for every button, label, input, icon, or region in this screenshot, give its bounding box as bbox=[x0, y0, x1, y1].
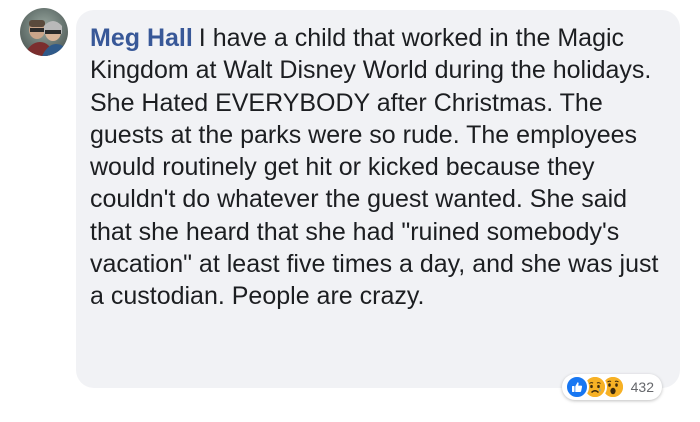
reaction-count: 432 bbox=[630, 379, 654, 395]
comment-text: I have a child that worked in the Magic … bbox=[90, 24, 659, 311]
comment-bubble: Meg Hall I have a child that worked in th… bbox=[76, 10, 680, 400]
like-icon bbox=[564, 375, 589, 399]
comment-author-link[interactable]: Meg Hall bbox=[90, 24, 193, 52]
avatar-photo bbox=[24, 20, 68, 56]
avatar[interactable] bbox=[20, 8, 68, 56]
reactions-summary[interactable]: 432 bbox=[561, 374, 662, 400]
comment-body: Meg Hall I have a child that worked in th… bbox=[90, 22, 666, 313]
reaction-icons bbox=[564, 375, 625, 399]
